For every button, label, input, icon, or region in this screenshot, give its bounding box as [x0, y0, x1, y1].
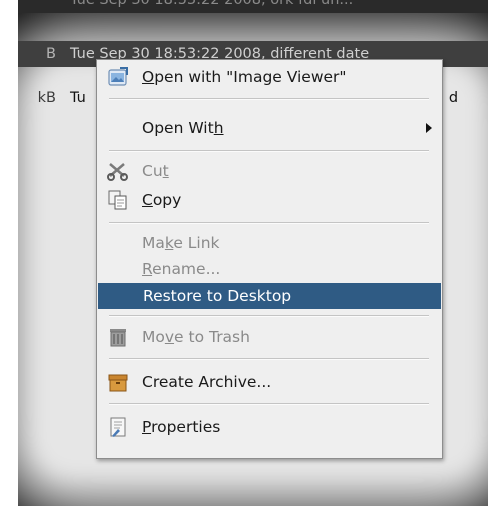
menu-separator: [109, 403, 429, 405]
menu-label-mnemonic: h: [213, 119, 224, 137]
trash-icon: [107, 326, 129, 348]
menu-item-restore-to-desktop[interactable]: Restore to Desktop: [98, 283, 441, 309]
menu-item-rename[interactable]: Rename...: [97, 256, 442, 282]
menu-label-post: roperties: [151, 418, 221, 436]
menu-separator: [109, 358, 429, 360]
menu-separator: [109, 222, 429, 224]
menu-item-make-link[interactable]: Make Link: [97, 230, 442, 256]
menu-label-pre: Mo: [142, 328, 165, 346]
submenu-arrow-icon: [426, 123, 432, 133]
menu-item-copy[interactable]: Copy: [97, 187, 442, 213]
menu-label-mnemonic: v: [164, 328, 175, 346]
menu-label: Restore to Desktop: [143, 287, 292, 305]
menu-label-pre: Cu: [142, 162, 163, 180]
menu-item-properties[interactable]: Properties: [97, 414, 442, 440]
properties-icon: [107, 416, 129, 438]
menu-label-post: ename...: [152, 260, 221, 278]
file-size: B: [46, 46, 56, 62]
file-date: Tu: [70, 90, 86, 106]
file-size: kB: [37, 90, 56, 106]
menu-label-post: e to Trash: [174, 328, 250, 346]
menu-item-create-archive[interactable]: Create Archive...: [97, 369, 442, 395]
menu-label-mnemonic: O: [142, 68, 155, 86]
menu-label-pre: Ma: [142, 234, 165, 252]
menu-label-post: e Link: [173, 234, 220, 252]
archive-icon: [107, 371, 129, 393]
menu-label-mnemonic: P: [142, 418, 152, 436]
context-menu: Open with "Image Viewer" Open With Cut C…: [96, 59, 443, 459]
menu-label-mnemonic: R: [142, 260, 153, 278]
scissors-icon: [107, 160, 129, 182]
menu-label-mnemonic: t: [162, 162, 169, 180]
menu-item-open-with[interactable]: Open With: [97, 115, 442, 141]
menu-label-mnemonic: C: [142, 191, 153, 209]
copy-icon: [107, 189, 129, 211]
menu-item-open-with-image-viewer[interactable]: Open with "Image Viewer": [97, 64, 442, 90]
menu-label-pre: Open Wit: [142, 119, 214, 137]
menu-separator: [109, 98, 429, 100]
menu-label-post: opy: [152, 191, 182, 209]
menu-item-cut[interactable]: Cut: [97, 158, 442, 184]
file-date: Tue Sep 30 18:53:22 2008, ork fdi un...: [70, 0, 354, 8]
menu-label: Create Archive...: [142, 373, 272, 391]
file-row-top[interactable]: Tue Sep 30 18:53:22 2008, ork fdi un...: [18, 0, 488, 13]
menu-separator: [109, 315, 429, 317]
image-viewer-icon: [107, 66, 129, 88]
menu-label-post: pen with "Image Viewer": [154, 68, 347, 86]
menu-separator: [109, 150, 429, 152]
screenshot-frame: Tue Sep 30 18:53:22 2008, ork fdi un... …: [18, 0, 488, 506]
menu-item-move-to-trash[interactable]: Move to Trash: [97, 324, 442, 350]
